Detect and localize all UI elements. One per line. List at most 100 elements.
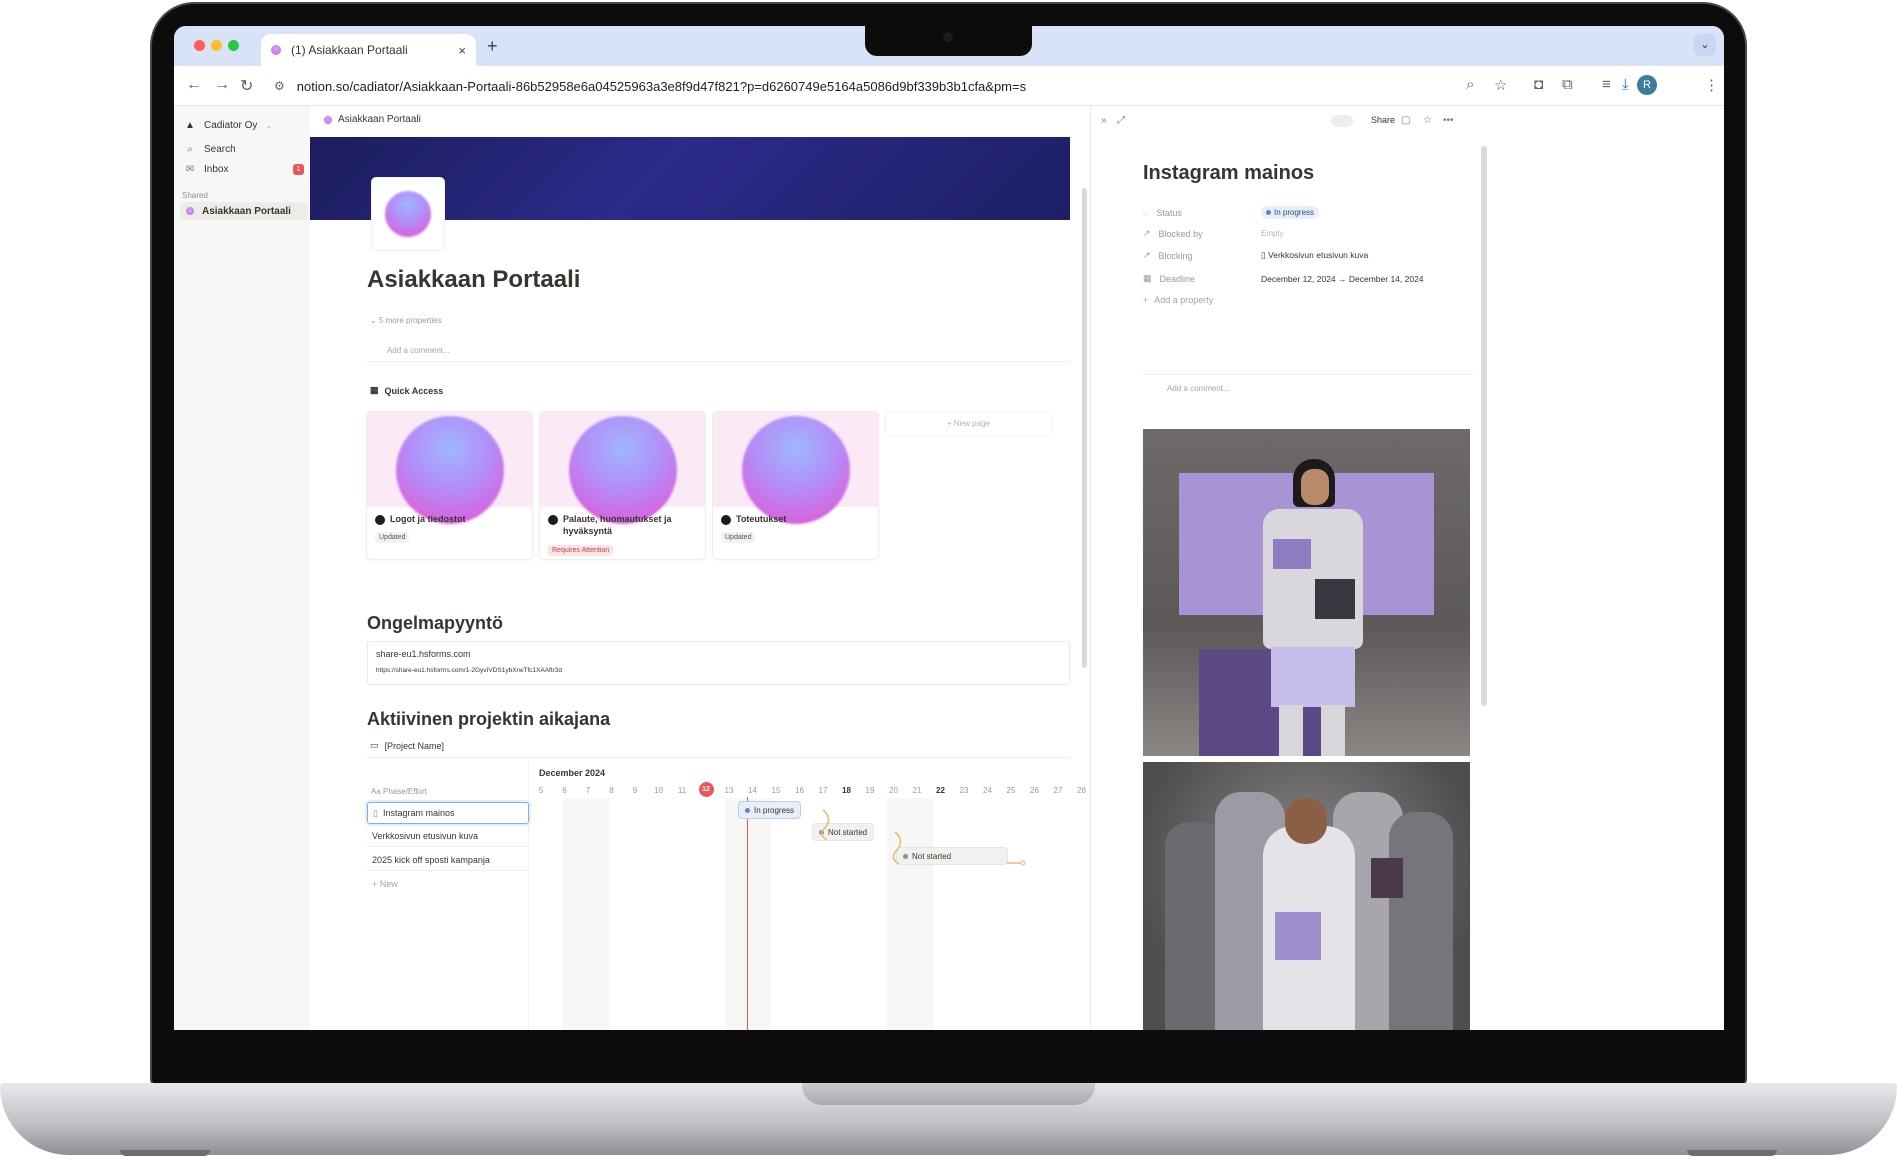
inbox-count-badge: 1 [293, 164, 304, 175]
timeline-day: 18 [842, 786, 851, 795]
browser-toolbar: ← → ↻ ⚙ notion.so/cadiator/Asiakkaan-Por… [174, 66, 1724, 106]
download-icon[interactable]: ⤓ [1622, 76, 1629, 93]
add-comment-field[interactable]: Add a comment... [367, 339, 1070, 362]
tab-title: (1) Asiakkaan Portaali [291, 43, 408, 57]
page-emoji-icon[interactable] [372, 178, 444, 250]
camera-icon[interactable]: ◘ [1534, 76, 1543, 93]
address-bar[interactable]: ⚙ notion.so/cadiator/Asiakkaan-Portaali-… [264, 71, 1674, 101]
more-properties-label: 5 more properties [378, 316, 442, 325]
timeline-row[interactable]: Verkkosivun etusivun kuva [367, 825, 529, 847]
timeline-row[interactable]: 2025 kick off sposti kampanja [367, 849, 529, 871]
panel-add-comment[interactable]: Add a comment... [1143, 374, 1473, 398]
timeline-day: 8 [609, 786, 614, 795]
browser-tab[interactable]: (1) Asiakkaan Portaali × [261, 34, 476, 66]
gallery-card[interactable]: Toteutukset Updated [713, 412, 878, 559]
share-button[interactable]: Share [1371, 115, 1395, 125]
timeline-day: 21 [912, 786, 922, 795]
shorts [1271, 647, 1355, 707]
comment-icon[interactable]: ▢ [1401, 115, 1410, 126]
today-line [747, 797, 748, 1030]
card-cover [540, 412, 705, 524]
dependency-arrows [820, 809, 1026, 866]
property-blocking[interactable]: ↗ Blocking ▯ Verkkosivun etusivun kuva [1143, 250, 1368, 261]
main-scrollbar[interactable] [1082, 188, 1087, 668]
sidebar-item-inbox[interactable]: ✉ Inbox [184, 164, 229, 175]
timeline-day: 11 [677, 786, 687, 795]
card-title: Logot ja tiedostot [375, 514, 525, 526]
timeline-heading: Aktiivinen projektin aikajana [367, 709, 611, 729]
toggle-avatar[interactable] [1331, 115, 1353, 127]
property-key: Status [1156, 207, 1182, 218]
extensions-icon[interactable]: ⧉ [1562, 76, 1573, 93]
maximize-window-button[interactable] [228, 40, 239, 51]
panel-title[interactable]: Instagram mainos [1143, 162, 1314, 185]
page-title[interactable]: Asiakkaan Portaali [367, 266, 580, 294]
expand-icon[interactable]: ⤢ [1117, 115, 1125, 126]
relation-arrow-icon: ↗ [1143, 250, 1151, 260]
card-cover [713, 412, 878, 524]
gallery-card[interactable]: Logot ja tiedostot Updated [367, 412, 532, 559]
add-property-button[interactable]: + Add a property [1143, 295, 1213, 305]
forward-arrow-icon[interactable]: → [214, 76, 230, 94]
status-dot-icon [745, 807, 750, 813]
sidebar-item-search[interactable]: ⌕ Search [184, 144, 236, 155]
timeline-row[interactable]: ▯ Instagram mainos [367, 802, 529, 824]
zoom-icon[interactable]: ⌕ [1466, 76, 1474, 93]
sidebar-item-label: Asiakkaan Portaali [202, 205, 291, 217]
timeline-day: 10 [654, 786, 663, 795]
card-title-text: Logot ja tiedostot [390, 514, 466, 524]
sidebar-item-label: Search [204, 144, 236, 155]
timeline-table: Aa Phase/Effort ▯ Instagram mainos Verkko… [367, 758, 529, 1030]
back-arrow-icon[interactable]: ← [186, 76, 202, 94]
panel-scrollbar[interactable] [1481, 146, 1487, 706]
breadcrumb[interactable]: Asiakkaan Portaali [324, 114, 421, 125]
minimize-window-button[interactable] [211, 40, 222, 51]
more-properties-toggle[interactable]: ⌄ 5 more properties [370, 316, 442, 325]
new-row-button[interactable]: + New [367, 873, 529, 895]
page-icon [186, 207, 194, 215]
reading-list-icon[interactable]: ≡ [1602, 76, 1611, 93]
plus-icon: + [1143, 295, 1149, 305]
new-tab-button[interactable]: + [487, 36, 498, 57]
add-property-label: Add a property [1154, 295, 1214, 305]
bookmark-star-icon[interactable]: ☆ [1494, 76, 1507, 94]
workspace-switcher[interactable]: ▲ Cadiator Oy ⌄ [184, 120, 272, 131]
camera-notch [865, 26, 1032, 56]
page-icon [324, 115, 332, 124]
gallery-icon: ▦ [370, 385, 379, 395]
status-badge: Updated [375, 532, 410, 543]
form-embed[interactable]: share-eu1.hsforms.com https://share-eu1.… [367, 641, 1070, 685]
property-deadline[interactable]: ▦ Deadline December 12, 2024 → December 1… [1143, 273, 1424, 284]
card-cover [367, 412, 532, 524]
tab-search-button[interactable]: ⌄ [1694, 34, 1716, 56]
site-settings-icon[interactable]: ⚙ [274, 79, 285, 93]
url-text: notion.so/cadiator/Asiakkaan-Portaali-86… [296, 78, 1027, 94]
more-options-icon[interactable]: ••• [1443, 115, 1454, 126]
close-window-button[interactable] [194, 40, 205, 51]
sweater-patch [1371, 858, 1403, 898]
reload-icon[interactable]: ↻ [240, 76, 253, 96]
timeline: Aa Phase/Effort ▯ Instagram mainos Verkko… [367, 757, 1086, 1030]
sweater-patch [1315, 579, 1355, 619]
profile-avatar[interactable]: R [1637, 75, 1657, 95]
favorite-star-icon[interactable]: ☆ [1423, 115, 1432, 126]
timeline-view-tab[interactable]: ▭ [Project Name] [370, 740, 444, 751]
timeline-view-label: [Project Name] [384, 740, 445, 751]
blocking-page-link[interactable]: Verkkosivun etusivun kuva [1268, 250, 1368, 260]
column-header: Aa Phase/Effort [371, 787, 427, 796]
row-name: Instagram mainos [382, 808, 455, 818]
tab-close-icon[interactable]: × [458, 43, 466, 58]
close-peek-icon[interactable]: » [1101, 115, 1107, 126]
gradient-orb-icon [741, 416, 850, 524]
timeline-day: 20 [889, 786, 898, 795]
property-status[interactable]: ◌ Status In progress [1143, 206, 1320, 219]
gallery-card[interactable]: Palaute, huomautukset ja hyväksyntä Requ… [540, 412, 705, 559]
menu-kebab-icon[interactable]: ⋮ [1704, 76, 1719, 94]
laptop-foot [120, 1150, 210, 1156]
timeline-day: 17 [818, 786, 828, 795]
sidebar-item-asiakkaan-portaali[interactable]: Asiakkaan Portaali [180, 202, 308, 220]
new-page-button[interactable]: + New page [886, 412, 1051, 436]
property-blocked-by[interactable]: ↗ Blocked by Empty [1143, 228, 1284, 239]
today-marker: 12 [698, 782, 714, 797]
timeline-day: 19 [865, 786, 875, 795]
